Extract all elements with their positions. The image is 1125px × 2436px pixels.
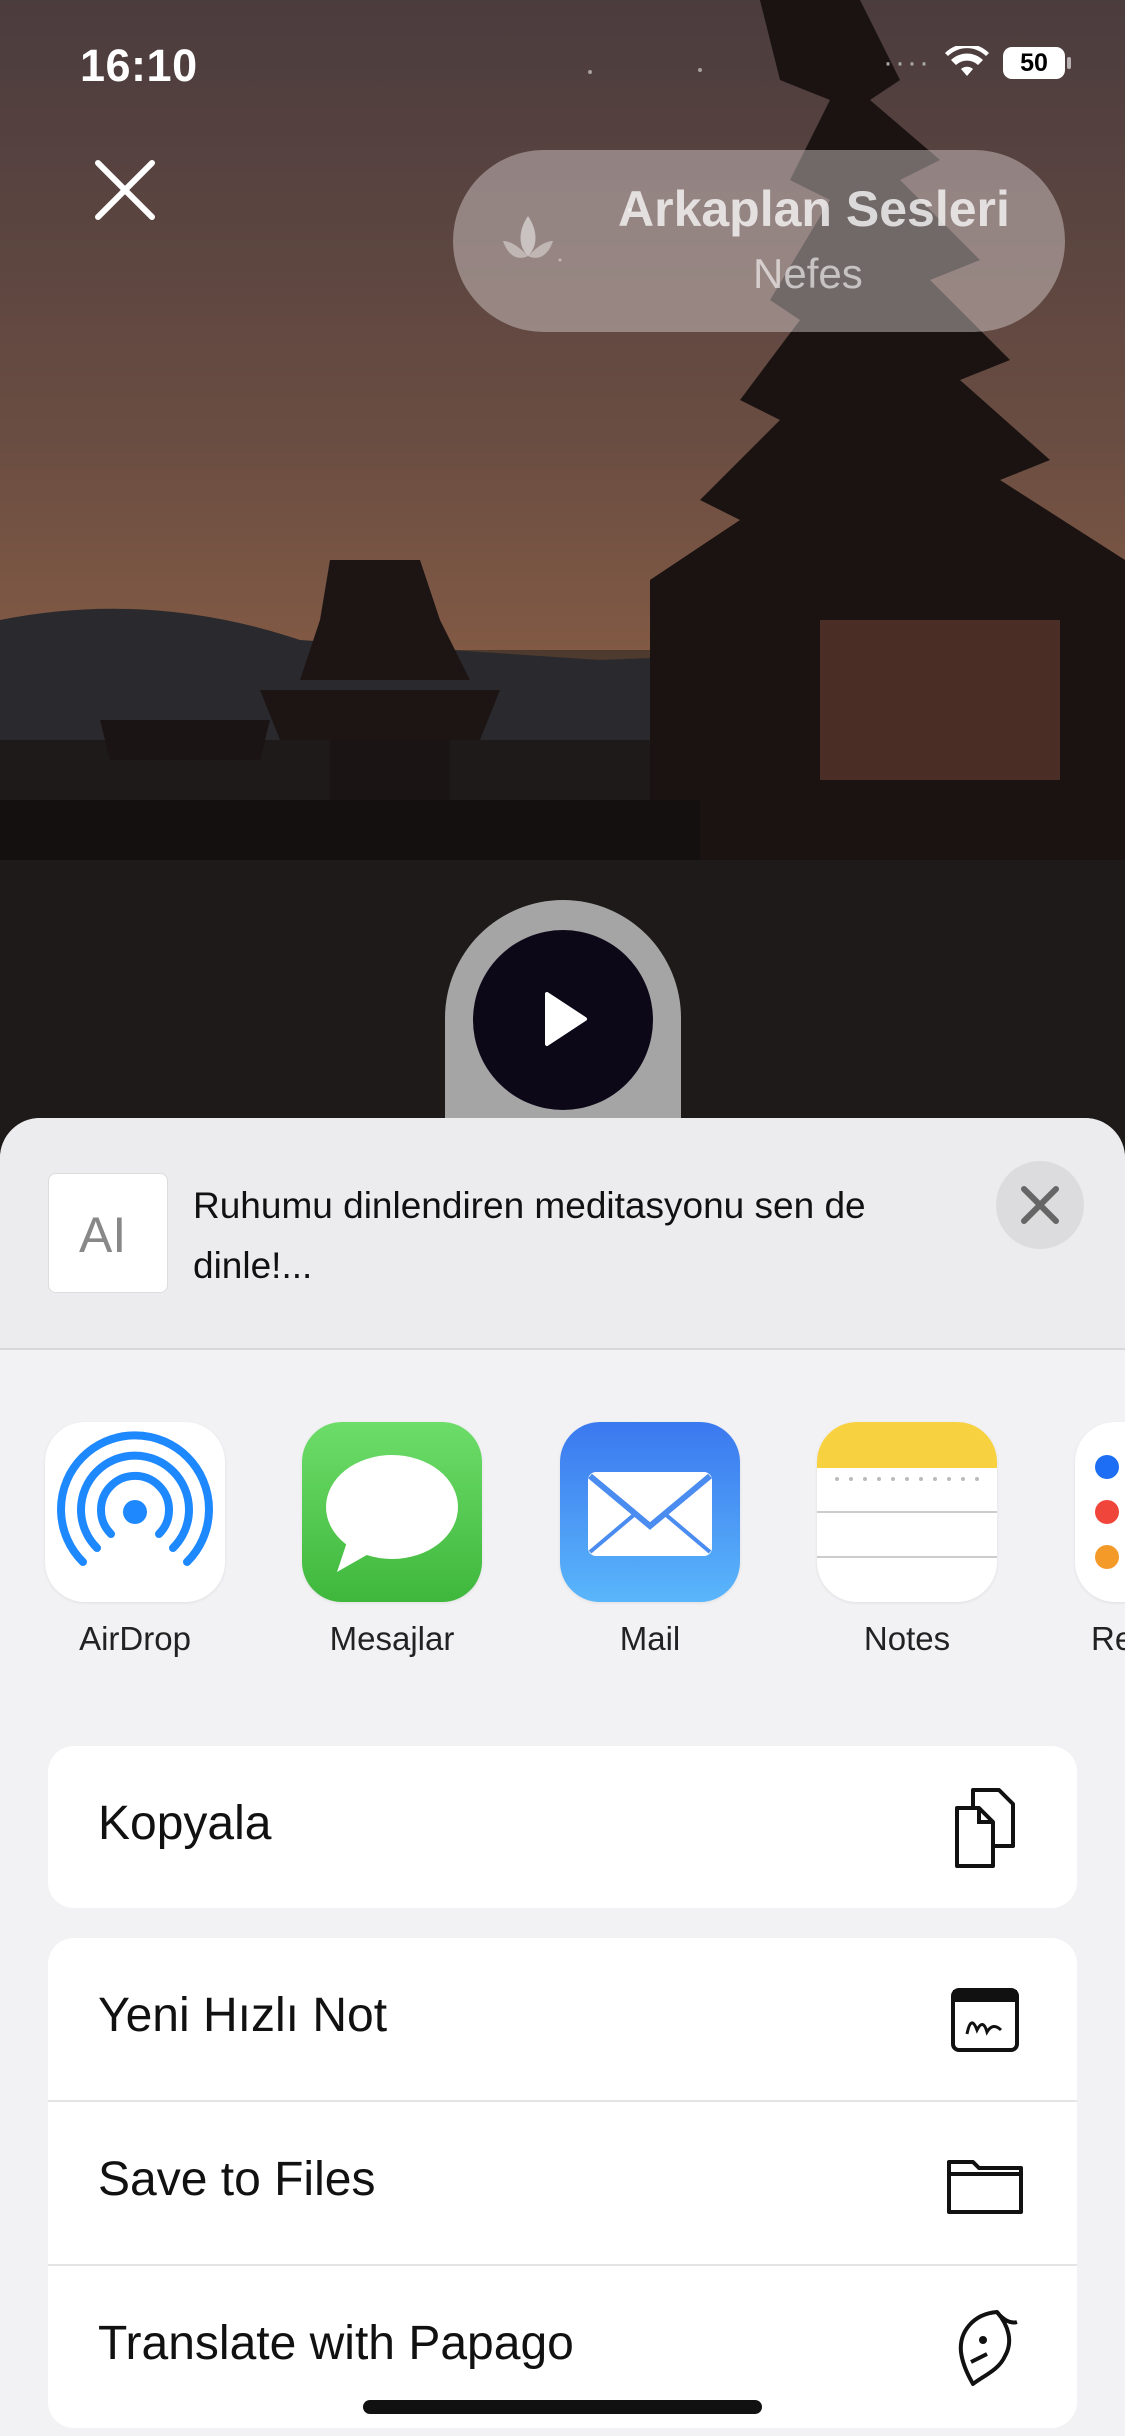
share-apps-row: AirDrop Mesajlar Mail Notes Re [0,1422,1125,1682]
notes-icon [817,1422,997,1602]
share-app-airdrop[interactable]: AirDrop [45,1422,225,1658]
share-app-messages[interactable]: Mesajlar [302,1422,482,1658]
status-bar: 16:10 ···· 50 [80,40,1071,100]
reminders-icon [1075,1422,1125,1602]
action-label: Kopyala [98,1797,272,1850]
share-app-label: AirDrop [79,1620,191,1657]
action-group-more: Yeni Hızlı Not Save to Files Translate w… [48,1938,1077,2428]
messages-icon [302,1422,482,1602]
share-app-label: Mesajlar [329,1620,455,1657]
lotus-icon [503,216,553,258]
action-group-copy: Kopyala [48,1746,1077,1908]
home-indicator[interactable] [363,2400,762,2414]
status-time: 16:10 [80,40,198,91]
signal-icon: ···· [883,46,931,79]
close-icon [1021,1186,1059,1224]
play-icon [545,992,587,1046]
share-preview-text: Ruhumu dinlendiren meditasyonu sen de di… [193,1185,866,1286]
airdrop-icon [45,1422,225,1602]
share-sheet: AI Ruhumu dinlendiren meditasyonu sen de… [0,1118,1125,2436]
action-row-quick-note[interactable]: Yeni Hızlı Not [48,1938,1077,2102]
close-icon[interactable] [90,155,160,225]
share-app-label: Mail [619,1620,681,1657]
action-row-save-to-files[interactable]: Save to Files [48,2102,1077,2266]
share-app-label: Notes [863,1620,951,1657]
action-row-copy[interactable]: Kopyala [48,1746,1077,1908]
share-preview-header: AI Ruhumu dinlendiren meditasyonu sen de… [0,1118,1125,1350]
share-app-notes[interactable]: Notes [817,1422,997,1658]
pill-title: Arkaplan Sesleri [618,181,1010,237]
battery-indicator: 50 [1003,47,1071,79]
folder-icon [947,2160,1023,2214]
share-app-reminders[interactable]: Rem [1075,1422,1125,1658]
share-close-button[interactable] [996,1161,1084,1249]
action-label: Yeni Hızlı Not [98,1989,388,2042]
play-button[interactable] [473,930,653,1110]
mail-icon [560,1422,740,1602]
papago-icon [958,2310,1018,2386]
quick-note-icon [951,1988,1019,2052]
share-app-label: Rem [1091,1620,1125,1657]
text-preview-thumbnail: AI [48,1173,168,1293]
text-preview-icon: AI [79,1207,127,1263]
action-label: Translate with Papago [98,2317,574,2370]
action-label: Save to Files [98,2153,376,2206]
wifi-icon [945,46,989,76]
copy-icon [955,1788,1015,1868]
share-app-mail[interactable]: Mail [560,1422,740,1658]
pill-subtitle: Nefes [753,250,863,297]
background-sounds-pill[interactable]: Arkaplan Sesleri Nefes [453,150,1065,332]
